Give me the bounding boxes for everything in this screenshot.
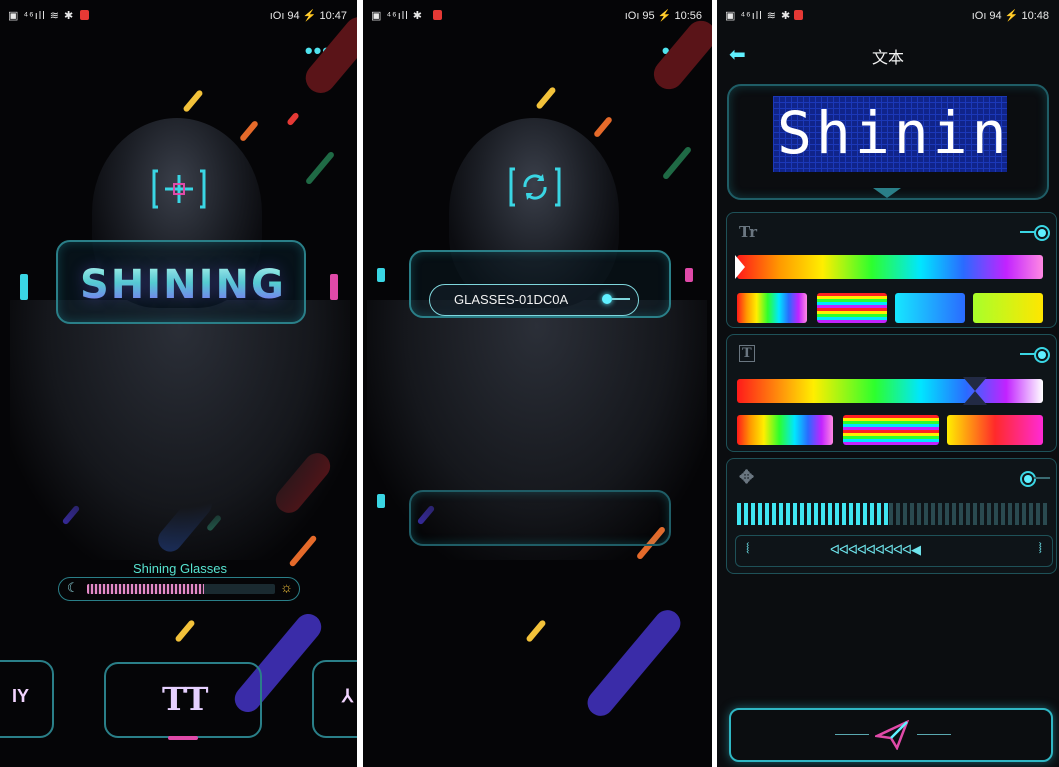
decor-stripe [304, 150, 336, 186]
send-icon [875, 720, 909, 750]
status-right: ıΟı 95 ⚡ 10:56 [624, 10, 702, 22]
nav-tile-left[interactable]: IY [0, 660, 54, 738]
background-color-icon: T [739, 345, 755, 362]
led-preview: Shinin [773, 96, 1007, 172]
move-icon: ✥ [739, 467, 755, 488]
list-bracket-left [377, 494, 385, 508]
status-bar: ▣ ⁴⁶ıll ✱ ıΟı 95 ⚡ 10:56 [363, 0, 712, 30]
crosshair-icon [152, 169, 206, 209]
color-swatch[interactable] [947, 415, 1043, 445]
direction-control: ⧙ ᐊᐊᐊᐊᐊᐊᐊᐊᐊ◀ ⧘ [735, 535, 1053, 567]
text-mode-icon: TT [162, 680, 209, 718]
panel-bracket-right [685, 268, 693, 282]
nav-active-indicator [168, 736, 198, 740]
text-color-section: Tr [726, 212, 1057, 328]
nav-tile-right[interactable]: ⅄ [312, 660, 357, 738]
notification-icon [794, 10, 803, 20]
astronaut-body [10, 300, 350, 560]
page-title: 文本 [871, 50, 904, 67]
color-swatch[interactable] [737, 415, 833, 445]
decor-stripe [238, 119, 260, 143]
decor-stripe [582, 604, 686, 722]
text-color-slider[interactable] [735, 255, 1043, 279]
status-left: ▣ ⁴⁶ıll ≋ ✱ [725, 10, 792, 22]
slider-handle[interactable] [963, 377, 987, 391]
notification-icon [80, 10, 89, 20]
send-line-right [917, 734, 951, 735]
decor-stripe [286, 111, 300, 127]
background-color-toggle[interactable] [1020, 347, 1050, 363]
send-line-left [835, 734, 869, 735]
background-color-section: T [726, 334, 1057, 452]
led-preview-text: Shinin [777, 99, 1011, 167]
text-edit-screen: ▣ ⁴⁶ıll ≋ ✱ ıΟı 94 ⚡ 10:48 ⬅ 文本 Shinin T… [717, 0, 1059, 767]
scroll-section: ✥ ⧙ ᐊᐊᐊᐊᐊᐊᐊᐊᐊ◀ ⧘ [726, 458, 1057, 574]
diy-icon: IY [12, 686, 30, 706]
device-title: Shining Glasses [133, 561, 227, 576]
panel-bracket-right [330, 274, 338, 300]
color-swatch[interactable] [973, 293, 1043, 323]
device-connect-indicator [602, 294, 612, 304]
notification-icon [433, 10, 442, 20]
speed-slider-empty [889, 503, 1047, 525]
home-screen: ▣ ⁴⁶ıll ≋ ✱ ıΟı 94 ⚡ 10:47 ••• SHINING S… [0, 0, 357, 767]
status-bar: ▣ ⁴⁶ıll ≋ ✱ ıΟı 94 ⚡ 10:47 [0, 0, 357, 30]
panel-bracket-left [20, 274, 28, 300]
color-swatch[interactable] [817, 293, 887, 323]
background-color-slider[interactable] [737, 377, 1043, 405]
status-bar: ▣ ⁴⁶ıll ≋ ✱ ıΟı 94 ⚡ 10:48 [717, 0, 1059, 30]
send-button[interactable] [729, 708, 1053, 762]
brightness-slider[interactable]: ☾ ☼ [58, 577, 300, 601]
device-name: GLASSES-01DC0A [454, 292, 569, 307]
device-scan-screen: ▣ ⁴⁶ıll ✱ ıΟı 95 ⚡ 10:56 ••• GLASSES-01D… [363, 0, 712, 767]
direction-left-icon[interactable]: ⧙ [746, 540, 749, 558]
decor-stripe [182, 89, 204, 113]
nav-text-tile[interactable]: TT [104, 662, 262, 740]
app-logo: SHINING [80, 262, 286, 308]
status-left: ▣ ⁴⁶ıll ≋ ✱ [8, 10, 75, 22]
slider-handle-bottom [963, 391, 987, 405]
speed-slider[interactable] [737, 503, 1047, 525]
brightness-fill [87, 584, 204, 594]
direction-right-icon[interactable]: ⧘ [1039, 540, 1042, 558]
device-connect-line [612, 298, 630, 300]
panel-bracket-left [377, 268, 385, 282]
decor-stripe [535, 86, 557, 110]
refresh-icon [509, 167, 561, 207]
status-left: ▣ ⁴⁶ıll ✱ [371, 10, 423, 22]
text-color-toggle[interactable] [1020, 225, 1050, 241]
decor-stripe [525, 619, 547, 643]
color-swatch[interactable] [737, 293, 807, 323]
preview-pointer-icon [873, 188, 901, 198]
status-right: ıΟı 94 ⚡ 10:48 [971, 10, 1049, 22]
decor-stripe [174, 619, 196, 643]
decor-stripe [661, 145, 693, 181]
text-color-icon: Tr [739, 223, 757, 241]
person-icon: ⅄ [342, 686, 353, 706]
status-right: ıΟı 94 ⚡ 10:47 [269, 10, 347, 22]
device-list-frame [409, 490, 671, 546]
slider-handle[interactable] [735, 255, 745, 279]
direction-arrows: ᐊᐊᐊᐊᐊᐊᐊᐊᐊ◀ [830, 542, 921, 557]
sun-icon: ☼ [280, 579, 293, 595]
decor-stripe [592, 115, 614, 139]
brightness-track [87, 584, 275, 594]
color-swatch[interactable] [843, 415, 939, 445]
moon-icon: ☾ [67, 580, 79, 595]
color-swatch[interactable] [895, 293, 965, 323]
scroll-toggle[interactable] [1020, 471, 1050, 487]
device-item[interactable]: GLASSES-01DC0A [429, 284, 639, 316]
